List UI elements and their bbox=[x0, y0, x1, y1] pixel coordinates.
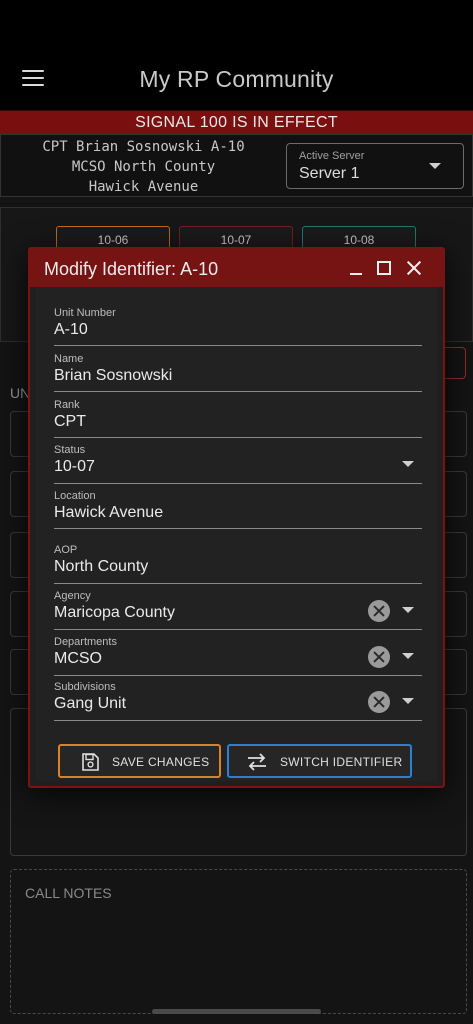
field-value: A-10 bbox=[54, 321, 88, 338]
unit-info-line: MCSO North County bbox=[71, 159, 216, 175]
field-label: AOP bbox=[54, 544, 78, 556]
field-label: Departments bbox=[54, 636, 117, 648]
server-value: Server 1 bbox=[299, 165, 360, 182]
unit-info-line: Hawick Avenue bbox=[88, 179, 199, 195]
unit-info-line: CPT Brian Sosnowski A-10 bbox=[42, 139, 245, 155]
agency-select[interactable]: Agency Maricopa County bbox=[54, 590, 422, 630]
field-label: Agency bbox=[54, 590, 91, 602]
field-label: Status bbox=[54, 444, 86, 456]
close-icon[interactable] bbox=[404, 258, 424, 278]
field-value: CPT bbox=[54, 413, 86, 430]
field-value: Hawick Avenue bbox=[54, 504, 164, 521]
chevron-down-icon[interactable] bbox=[402, 461, 414, 467]
floppy-disk-icon bbox=[82, 753, 99, 771]
signal-banner: SIGNAL 100 IS IN EFFECT bbox=[0, 110, 473, 134]
field-value: Gang Unit bbox=[54, 695, 127, 712]
field-label: Rank bbox=[54, 399, 80, 411]
field-label: Subdivisions bbox=[54, 681, 116, 693]
dialog-header: Modify Identifier: A-10 bbox=[30, 249, 443, 287]
field-label: Location bbox=[54, 490, 96, 502]
unit-info: CPT Brian Sosnowski A-10 MCSO North Coun… bbox=[21, 137, 266, 197]
active-server-select[interactable]: Active Server Server 1 bbox=[286, 143, 464, 189]
field-value: North County bbox=[54, 558, 149, 575]
clear-icon[interactable] bbox=[368, 646, 390, 668]
switch-identifier-label: SWITCH IDENTIFIER bbox=[280, 755, 403, 769]
chevron-down-icon[interactable] bbox=[402, 607, 414, 613]
field-value: 10-07 bbox=[54, 458, 95, 475]
name-field[interactable]: Name Brian Sosnowski bbox=[54, 353, 422, 392]
call-notes-label: CALL NOTES bbox=[25, 885, 112, 901]
aop-field[interactable]: AOP North County bbox=[54, 544, 422, 584]
save-changes-button[interactable]: SAVE CHANGES bbox=[58, 744, 221, 778]
dialog-body: Unit Number A-10 Name Brian Sosnowski Ra… bbox=[36, 287, 437, 781]
app-bar: My RP Community bbox=[0, 0, 473, 108]
field-value: Maricopa County bbox=[54, 604, 175, 621]
status-select[interactable]: Status 10-07 bbox=[54, 444, 422, 484]
home-indicator bbox=[152, 1009, 321, 1014]
save-changes-label: SAVE CHANGES bbox=[112, 755, 210, 769]
call-notes-field[interactable]: CALL NOTES bbox=[10, 869, 467, 1014]
field-value: Brian Sosnowski bbox=[54, 367, 173, 384]
clear-icon[interactable] bbox=[368, 691, 390, 713]
dialog-title: Modify Identifier: A-10 bbox=[44, 259, 219, 279]
chevron-down-icon bbox=[429, 163, 441, 169]
chevron-down-icon[interactable] bbox=[402, 653, 414, 659]
rank-field[interactable]: Rank CPT bbox=[54, 399, 422, 438]
switch-identifier-button[interactable]: SWITCH IDENTIFIER bbox=[227, 744, 412, 778]
field-label: Unit Number bbox=[54, 307, 116, 319]
clear-icon[interactable] bbox=[368, 600, 390, 622]
minimize-icon[interactable] bbox=[346, 258, 366, 278]
departments-select[interactable]: Departments MCSO bbox=[54, 636, 422, 676]
unit-panel: CPT Brian Sosnowski A-10 MCSO North Coun… bbox=[0, 134, 473, 197]
app-title: My RP Community bbox=[139, 66, 334, 92]
chevron-down-icon[interactable] bbox=[402, 698, 414, 704]
maximize-icon[interactable] bbox=[374, 258, 394, 278]
swap-arrows-icon bbox=[248, 753, 266, 771]
subdivisions-select[interactable]: Subdivisions Gang Unit bbox=[54, 681, 422, 721]
modify-identifier-dialog: Modify Identifier: A-10 Unit Number A-10… bbox=[28, 247, 445, 788]
location-field[interactable]: Location Hawick Avenue bbox=[54, 490, 422, 529]
field-value: MCSO bbox=[54, 650, 102, 667]
field-label: Name bbox=[54, 353, 84, 365]
server-label: Active Server bbox=[299, 150, 365, 162]
unit-number-field[interactable]: Unit Number A-10 bbox=[54, 307, 422, 346]
